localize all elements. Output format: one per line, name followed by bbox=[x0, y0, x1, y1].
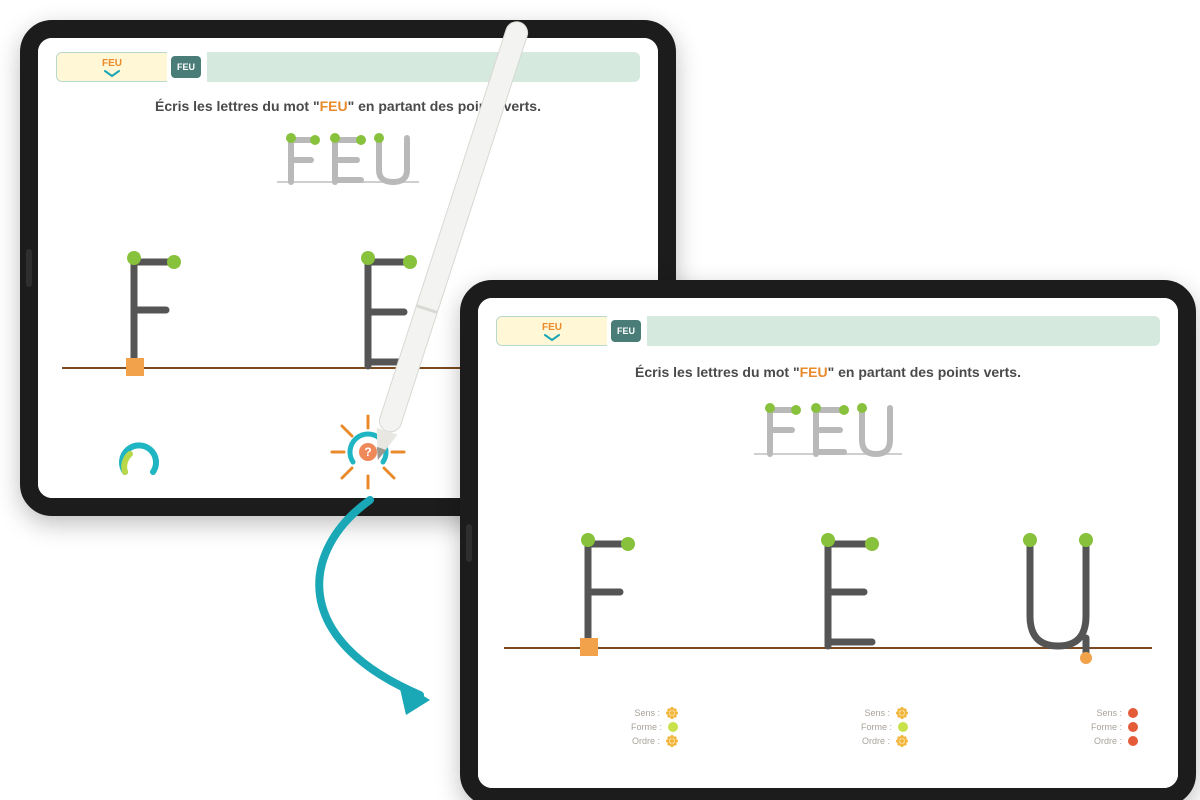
camera-dot bbox=[26, 249, 32, 287]
topbar-background bbox=[647, 316, 1160, 346]
word-confirm-button[interactable]: FEU bbox=[171, 56, 201, 78]
word-selector-label: FEU bbox=[102, 59, 122, 69]
word-selector-label: FEU bbox=[542, 323, 562, 333]
question-mark-icon: ? bbox=[364, 445, 371, 459]
topbar-background bbox=[207, 52, 640, 82]
hint-button[interactable]: ? bbox=[328, 412, 408, 492]
transition-arrow-icon bbox=[280, 490, 480, 730]
word-selector[interactable]: FEU bbox=[496, 316, 607, 346]
topbar: FEU FEU bbox=[56, 52, 640, 82]
reference-word bbox=[273, 130, 423, 195]
topbar: FEU FEU bbox=[496, 316, 1160, 346]
instruction-text: Écris les lettres du mot "FEU" en partan… bbox=[38, 98, 658, 114]
chevron-down-icon bbox=[543, 334, 561, 342]
word-confirm-button[interactable]: FEU bbox=[611, 320, 641, 342]
reference-word bbox=[748, 398, 908, 467]
instruction-text: Écris les lettres du mot "FEU" en partan… bbox=[478, 364, 1178, 380]
chevron-down-icon bbox=[103, 70, 121, 78]
camera-dot bbox=[466, 524, 472, 562]
tablet-after: FEU FEU Écris les lettres du mot "FEU" e… bbox=[460, 280, 1196, 800]
word-selector[interactable]: FEU bbox=[56, 52, 167, 82]
feedback-letter-e: Sens : Forme : Ordre : bbox=[778, 706, 908, 748]
writing-area[interactable] bbox=[478, 518, 1178, 693]
progress-arc-button[interactable] bbox=[116, 438, 162, 484]
feedback-letter-u: Sens : Forme : Ordre : bbox=[1008, 706, 1138, 748]
feedback-letter-f: Sens : Forme : Ordre : bbox=[548, 706, 678, 748]
